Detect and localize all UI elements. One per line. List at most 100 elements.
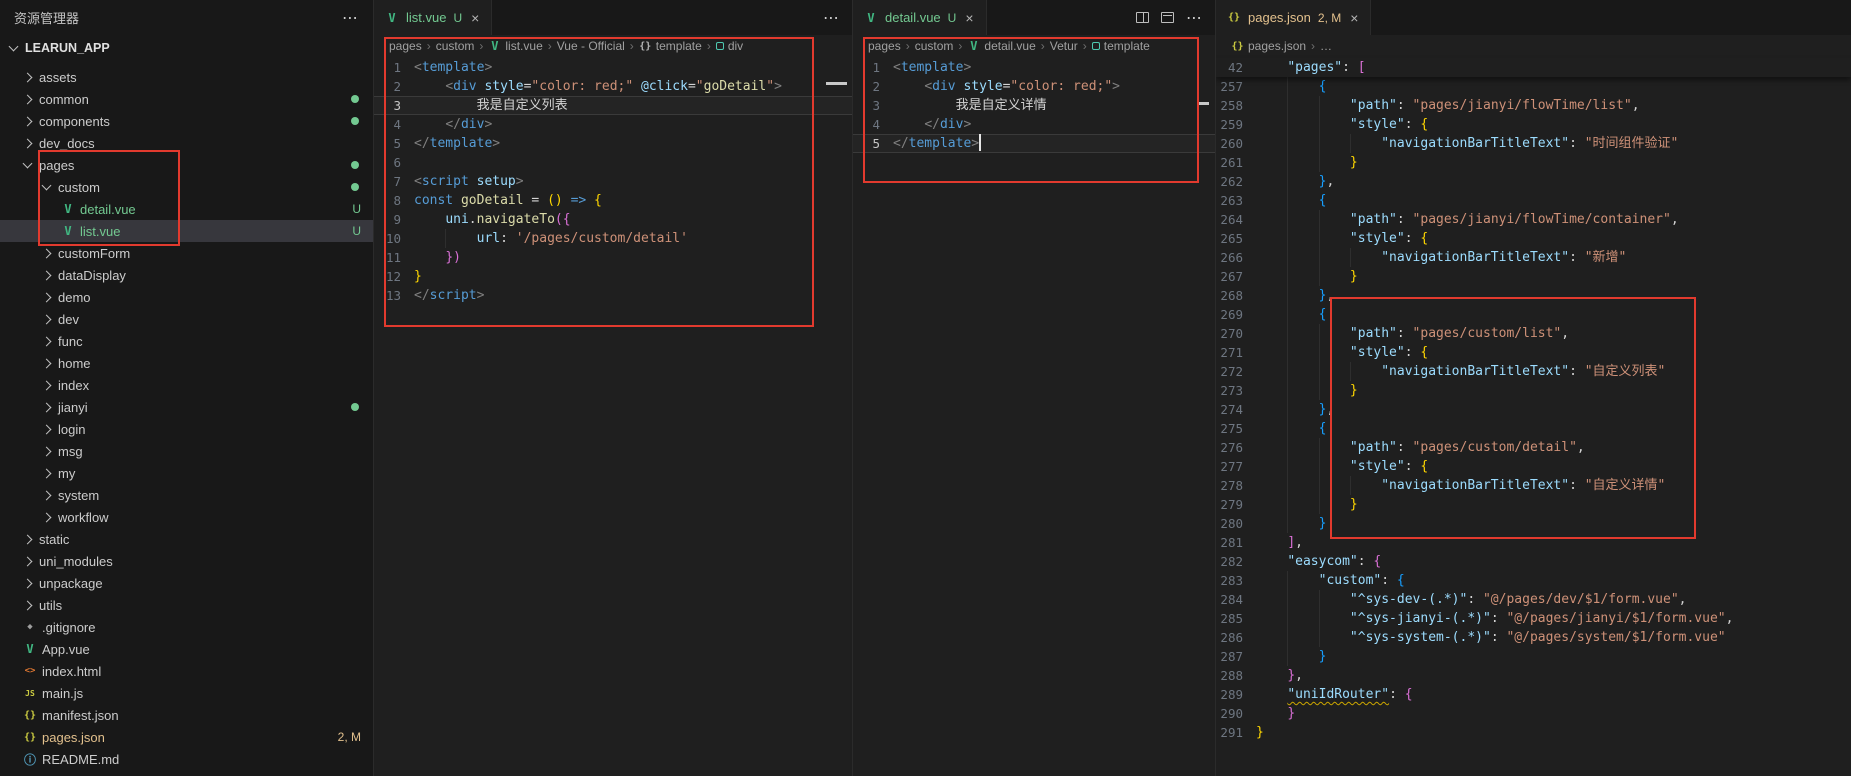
modified-content-dot-badge	[351, 403, 359, 411]
tree-item-customForm[interactable]: customForm	[0, 242, 373, 264]
vscode-window: 资源管理器 ⋯ LEARUN_APP assetscommoncomponent…	[0, 0, 1851, 776]
code-line-278: 278 "navigationBarTitleText": "自定义详情"	[1216, 476, 1851, 495]
close-icon[interactable]: ×	[1348, 10, 1360, 26]
editor-layout-icon[interactable]	[1161, 12, 1174, 23]
line-number: 288	[1216, 666, 1256, 685]
chevron-right-icon	[42, 292, 52, 302]
code-line-13: 13</script>	[374, 286, 852, 305]
tree-item-custom[interactable]: custom	[0, 176, 373, 198]
line-number: 6	[374, 153, 414, 172]
code-line-277: 277 "style": {	[1216, 457, 1851, 476]
file-label: common	[39, 92, 89, 107]
tree-item-workflow[interactable]: workflow	[0, 506, 373, 528]
more-actions-icon[interactable]: ⋯	[342, 8, 359, 28]
tree-item-uni.scss[interactable]: Suni.scss	[0, 770, 373, 776]
breadcrumb-item[interactable]: …	[1320, 39, 1332, 53]
tab-bar: V list.vue U × ⋯	[374, 0, 852, 35]
breadcrumb-item[interactable]: Vlist.vue	[488, 39, 542, 53]
breadcrumb-item[interactable]: Vdetail.vue	[967, 39, 1035, 53]
breadcrumb-item[interactable]: div	[716, 39, 743, 53]
code-line-4: 4 </div>	[374, 115, 852, 134]
tab-list-vue[interactable]: V list.vue U ×	[374, 0, 492, 35]
tree-item-jianyi[interactable]: jianyi	[0, 396, 373, 418]
tab-detail-vue[interactable]: V detail.vue U ×	[853, 0, 987, 35]
code-editor[interactable]: 42 "pages": [257 {258 "path": "pages/jia…	[1216, 57, 1851, 742]
breadcrumb-item[interactable]: pages	[389, 39, 422, 53]
line-number: 13	[374, 286, 414, 305]
tab-label: list.vue	[406, 10, 446, 25]
breadcrumb-item[interactable]: custom	[915, 39, 954, 53]
tree-item-components[interactable]: components	[0, 110, 373, 132]
tree-item-demo[interactable]: demo	[0, 286, 373, 308]
line-number: 3	[374, 96, 414, 115]
file-label: custom	[58, 180, 100, 195]
code-line-267: 267 }	[1216, 267, 1851, 286]
tree-item-README.md[interactable]: ⓘREADME.md	[0, 748, 373, 770]
chevron-right-icon	[23, 94, 33, 104]
tree-item-home[interactable]: home	[0, 352, 373, 374]
breadcrumb-item[interactable]: pages	[868, 39, 901, 53]
breadcrumb-item[interactable]: custom	[436, 39, 475, 53]
sticky-scroll-line[interactable]: 42 "pages": [	[1216, 58, 1851, 77]
chevron-right-icon	[23, 556, 33, 566]
code-line-3: 3 我是自定义详情	[853, 96, 1215, 115]
tree-item-.gitignore[interactable]: ◆.gitignore	[0, 616, 373, 638]
file-label: my	[58, 466, 75, 481]
tree-item-dataDisplay[interactable]: dataDisplay	[0, 264, 373, 286]
tree-item-index[interactable]: index	[0, 374, 373, 396]
code-line-275: 275 {	[1216, 419, 1851, 438]
tree-item-manifest.json[interactable]: {}manifest.json	[0, 704, 373, 726]
line-number: 1	[374, 58, 414, 77]
tree-item-uni_modules[interactable]: uni_modules	[0, 550, 373, 572]
tab-pages-json[interactable]: {} pages.json 2, M ×	[1216, 0, 1371, 35]
tree-item-assets[interactable]: assets	[0, 66, 373, 88]
tree-item-pages.json[interactable]: {}pages.json2, M	[0, 726, 373, 748]
line-number: 1	[853, 58, 893, 77]
line-number: 263	[1216, 191, 1256, 210]
more-actions-icon[interactable]: ⋯	[823, 8, 840, 28]
tree-item-App.vue[interactable]: VApp.vue	[0, 638, 373, 660]
box-icon	[716, 42, 724, 50]
tree-item-msg[interactable]: msg	[0, 440, 373, 462]
tree-item-list.vue[interactable]: Vlist.vueU	[0, 220, 373, 242]
code-line-288: 288 },	[1216, 666, 1851, 685]
line-number: 5	[374, 134, 414, 153]
tree-item-main.js[interactable]: JSmain.js	[0, 682, 373, 704]
breadcrumb-item[interactable]: Vue - Official	[557, 39, 625, 53]
breadcrumb-item[interactable]: template	[1092, 39, 1150, 53]
code-line-6: 6	[374, 153, 852, 172]
code-line-2: 2 <div style="color: red;">	[853, 77, 1215, 96]
tree-item-detail.vue[interactable]: Vdetail.vueU	[0, 198, 373, 220]
tree-item-func[interactable]: func	[0, 330, 373, 352]
breadcrumb-item[interactable]: {}pages.json	[1231, 39, 1306, 53]
tree-item-dev[interactable]: dev	[0, 308, 373, 330]
code-line-263: 263 {	[1216, 191, 1851, 210]
tree-item-common[interactable]: common	[0, 88, 373, 110]
chevron-right-icon	[23, 578, 33, 588]
html-icon: <>	[22, 666, 38, 676]
tree-item-index.html[interactable]: <>index.html	[0, 660, 373, 682]
tree-item-my[interactable]: my	[0, 462, 373, 484]
code-editor[interactable]: 1<template>2 <div style="color: red;" @c…	[374, 57, 852, 305]
tree-item-login[interactable]: login	[0, 418, 373, 440]
split-editor-icon[interactable]	[1136, 12, 1149, 23]
editor-group-detail: V detail.vue U × ⋯ pages›custom›Vdetail.…	[852, 0, 1215, 776]
close-icon[interactable]: ×	[469, 10, 481, 26]
more-actions-icon[interactable]: ⋯	[1186, 8, 1203, 28]
code-editor[interactable]: 1<template>2 <div style="color: red;">3 …	[853, 57, 1215, 153]
tree-item-static[interactable]: static	[0, 528, 373, 550]
tree-item-pages[interactable]: pages	[0, 154, 373, 176]
tree-item-unpackage[interactable]: unpackage	[0, 572, 373, 594]
breadcrumb-item[interactable]: {}template	[639, 39, 702, 53]
tab-git-badge: U	[948, 11, 957, 25]
tree-item-system[interactable]: system	[0, 484, 373, 506]
line-number: 277	[1216, 457, 1256, 476]
breadcrumb-item[interactable]: Vetur	[1050, 39, 1078, 53]
close-icon[interactable]: ×	[963, 10, 975, 26]
root-folder-header[interactable]: LEARUN_APP	[0, 35, 373, 61]
code-line-281: 281 ],	[1216, 533, 1851, 552]
tree-item-utils[interactable]: utils	[0, 594, 373, 616]
tree-item-dev_docs[interactable]: dev_docs	[0, 132, 373, 154]
file-label: dataDisplay	[58, 268, 126, 283]
modified-content-dot-badge	[351, 183, 359, 191]
